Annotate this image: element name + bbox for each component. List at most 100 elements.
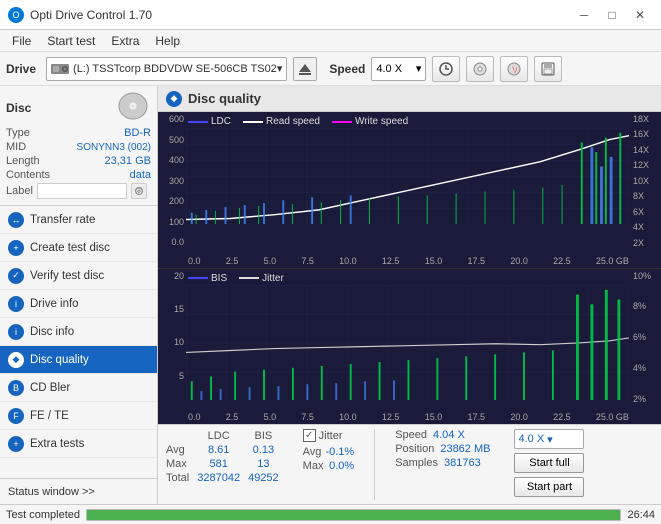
nav-cd-bler[interactable]: B CD Bler <box>0 374 157 402</box>
disc-section-title: Disc <box>6 101 31 115</box>
y-right-4x: 4X <box>633 222 644 232</box>
nav-transfer-rate[interactable]: ↔ Transfer rate <box>0 206 157 234</box>
maximize-button[interactable]: □ <box>599 5 625 25</box>
stats-table: LDC BIS Avg 8.61 0.13 Max <box>166 429 287 485</box>
read-speed-legend: Read speed <box>243 116 320 127</box>
nav-drive-info-label: Drive info <box>30 298 79 310</box>
test-button-1[interactable] <box>432 56 460 82</box>
stats-area: LDC BIS Avg 8.61 0.13 Max <box>158 424 661 504</box>
bottom-chart-x-axis: 0.0 2.5 5.0 7.5 10.0 12.5 15.0 17.5 20.0… <box>188 412 629 422</box>
drive-label: Drive <box>6 62 36 76</box>
refresh-icon <box>438 61 454 77</box>
read-speed-legend-color <box>243 121 263 123</box>
avg-ldc: 8.61 <box>197 443 248 457</box>
label-input[interactable] <box>37 183 127 199</box>
mid-value: SONYNN3 (002) <box>77 142 151 153</box>
drive-icon <box>51 62 69 76</box>
menu-file[interactable]: File <box>4 32 39 50</box>
nav-fe-te-label: FE / TE <box>30 410 69 422</box>
edit-icon: ⚙ <box>134 186 144 196</box>
nav-disc-info[interactable]: i Disc info <box>0 318 157 346</box>
speed-selector[interactable]: 4.0 X ▾ <box>371 57 426 81</box>
menu-extra[interactable]: Extra <box>103 32 147 50</box>
speed-position-section: Speed 4.04 X Position 23862 MB Samples 3… <box>395 429 490 469</box>
top-chart: LDC Read speed Write speed 600 <box>158 112 661 269</box>
status-window-button[interactable]: Status window >> <box>0 478 157 504</box>
nav-extra-tests[interactable]: + Extra tests <box>0 430 157 458</box>
nav-cd-bler-label: CD Bler <box>30 382 70 394</box>
label-key: Label <box>6 185 33 197</box>
length-value: 23,31 GB <box>105 155 151 167</box>
cd-bler-icon: B <box>8 380 24 396</box>
length-key: Length <box>6 155 40 167</box>
avg-label: Avg <box>166 443 197 457</box>
total-ldc: 3287042 <box>197 471 248 485</box>
main-content: ◆ Disc quality LDC Read speed <box>158 86 661 504</box>
nav-drive-info[interactable]: i Drive info <box>0 290 157 318</box>
eject-button[interactable] <box>293 57 317 81</box>
verify-test-disc-icon: ✓ <box>8 268 24 284</box>
bottom-chart-legend: BIS Jitter <box>188 273 284 284</box>
start-part-button[interactable]: Start part <box>514 477 584 497</box>
disc-quality-icon: ◆ <box>8 352 24 368</box>
top-chart-y-axis-left: 600 500 400 300 200 100 0.0 <box>158 112 186 248</box>
title-bar: O Opti Drive Control 1.70 ─ □ ✕ <box>0 0 661 30</box>
jitter-checkbox[interactable]: ✓ <box>303 429 316 442</box>
jitter-legend: Jitter <box>239 273 284 284</box>
divider-1 <box>374 429 375 500</box>
menu-help[interactable]: Help <box>147 32 188 50</box>
disc-panel: Disc Type BD-R MID SONYNN3 (002 <box>0 86 157 206</box>
minimize-button[interactable]: ─ <box>571 5 597 25</box>
start-full-button[interactable]: Start full <box>514 453 584 473</box>
svg-text:⚙: ⚙ <box>135 187 142 196</box>
drive-name: (L:) TSSTcorp BDDVDW SE-506CB TS02 <box>73 63 277 75</box>
close-button[interactable]: ✕ <box>627 5 653 25</box>
col-bis: BIS <box>248 429 287 443</box>
panel-title: Disc quality <box>188 91 261 106</box>
speed-value: 4.0 X <box>376 63 402 75</box>
nav-create-test-disc-label: Create test disc <box>30 242 110 254</box>
speed-and-buttons: 4.0 X ▾ Start full Start part <box>514 429 584 497</box>
total-bis: 49252 <box>248 471 287 485</box>
bis-legend: BIS <box>188 273 227 284</box>
bis-legend-color <box>188 277 208 279</box>
ldc-legend: LDC <box>188 116 231 127</box>
max-bis: 13 <box>248 457 287 471</box>
type-value: BD-R <box>124 127 151 139</box>
nav-create-test-disc[interactable]: + Create test disc <box>0 234 157 262</box>
ldc-legend-label: LDC <box>211 116 231 127</box>
y-right-12x: 12X <box>633 160 649 170</box>
label-edit-button[interactable]: ⚙ <box>131 183 147 199</box>
panel-title-icon: ◆ <box>166 91 182 107</box>
ldc-legend-color <box>188 121 208 123</box>
progress-bar-fill <box>87 510 620 520</box>
y-right-6x: 6X <box>633 207 644 217</box>
drive-info-icon: i <box>8 296 24 312</box>
nav-fe-te[interactable]: F FE / TE <box>0 402 157 430</box>
drive-selector[interactable]: (L:) TSSTcorp BDDVDW SE-506CB TS02 ▾ <box>46 57 287 81</box>
nav-verify-test-disc[interactable]: ✓ Verify test disc <box>0 262 157 290</box>
stats-max-row: Max 581 13 <box>166 457 287 471</box>
nav-disc-quality[interactable]: ◆ Disc quality <box>0 346 157 374</box>
status-text: Test completed <box>6 509 80 521</box>
extra-tests-icon: + <box>8 436 24 452</box>
speed-dropdown[interactable]: 4.0 X ▾ <box>514 429 584 449</box>
test-button-2[interactable] <box>466 56 494 82</box>
status-window-label: Status window >> <box>8 486 95 498</box>
nav-transfer-rate-label: Transfer rate <box>30 214 95 226</box>
bottom-chart-y-axis-right: 10% 8% 6% 4% 2% <box>631 269 661 405</box>
transfer-rate-icon: ↔ <box>8 212 24 228</box>
max-label: Max <box>166 457 197 471</box>
position-key: Position <box>395 443 434 455</box>
col-empty <box>166 429 197 443</box>
test-button-3[interactable] <box>500 56 528 82</box>
jitter-label: Jitter <box>319 430 343 442</box>
y-br-4: 4% <box>633 363 646 373</box>
nav-disc-info-label: Disc info <box>30 326 74 338</box>
save-icon <box>540 61 556 77</box>
write-speed-legend-color <box>332 121 352 123</box>
type-key: Type <box>6 127 30 139</box>
mid-key: MID <box>6 141 26 153</box>
save-button[interactable] <box>534 56 562 82</box>
menu-start-test[interactable]: Start test <box>39 32 103 50</box>
